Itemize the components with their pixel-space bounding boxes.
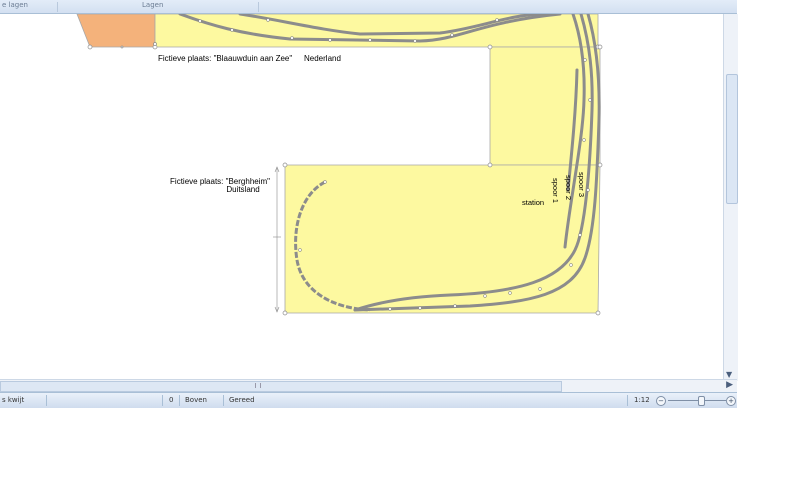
zoom-slider-track[interactable]: [668, 400, 726, 401]
label-track-2: spoor 2: [564, 175, 573, 200]
status-separator: [627, 395, 628, 406]
chevron-down-icon[interactable]: ▼: [726, 370, 732, 379]
status-separator: [162, 395, 163, 406]
status-state: Gereed: [229, 396, 255, 404]
drawing-canvas[interactable]: Fictieve plaats: "Blaauwduin aan Zee" Ne…: [0, 14, 723, 379]
label-track-1: spoor 1: [551, 178, 560, 203]
status-separator: [179, 395, 180, 406]
zoom-slider-thumb[interactable]: [698, 396, 705, 406]
orange-baseboard[interactable]: [76, 14, 156, 48]
label-country-south: Duitsland: [226, 185, 259, 194]
horizontal-scrollbar[interactable]: ▶: [0, 379, 737, 392]
status-layer[interactable]: Boven: [185, 396, 207, 404]
chevron-right-icon[interactable]: ▶: [726, 380, 733, 390]
label-track-3: spoor 3: [577, 172, 586, 197]
dimension-line: [273, 166, 281, 313]
zoom-out-button[interactable]: −: [656, 396, 666, 406]
scroll-grip: [255, 383, 261, 388]
status-separator: [223, 395, 224, 406]
zoom-in-button[interactable]: +: [726, 396, 736, 406]
label-station: station: [522, 198, 544, 207]
status-count: 0: [169, 396, 174, 404]
ribbon-separator: [258, 2, 259, 12]
label-country-north: Nederland: [304, 54, 341, 63]
ribbon-separator: [57, 2, 58, 12]
status-bar: s kwijt 0 Boven Gereed 1:12 − +: [0, 392, 737, 408]
vertical-scrollbar[interactable]: ▼: [723, 14, 738, 381]
status-message: s kwijt: [2, 396, 25, 404]
zoom-scale[interactable]: 1:12: [634, 396, 650, 404]
ribbon-group-label-layers: Lagen: [142, 1, 164, 9]
status-separator: [46, 395, 47, 406]
label-place-north: Fictieve plaats: "Blaauwduin aan Zee": [158, 54, 292, 63]
horizontal-scroll-thumb[interactable]: [0, 381, 562, 392]
ribbon-group-label-layers-left: e lagen: [2, 1, 28, 9]
ribbon-strip: e lagen Lagen: [0, 0, 737, 14]
vertical-scroll-thumb[interactable]: [726, 74, 738, 204]
track-plan-drawing[interactable]: Fictieve plaats: "Blaauwduin aan Zee" Ne…: [0, 14, 723, 379]
